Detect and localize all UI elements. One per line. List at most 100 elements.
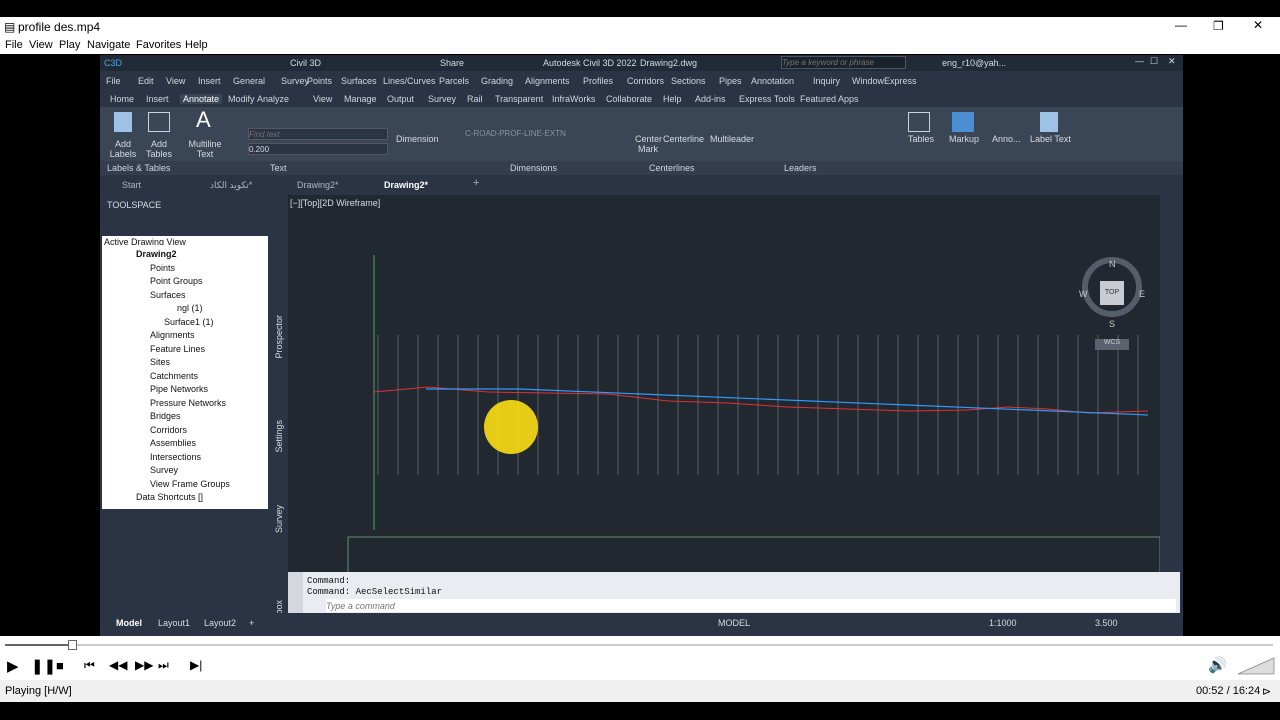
dim-style-select[interactable]: C-ROAD-PROF-LINE-EXTN [465, 129, 566, 138]
tree-item[interactable]: Surfaces [150, 290, 186, 300]
ribbon-tab[interactable]: Rail [467, 94, 483, 104]
volume-icon[interactable]: 🔊 [1208, 656, 1227, 674]
tree-item[interactable]: Surface1 (1) [164, 317, 214, 327]
add-tables-button[interactable]: Add Tables [144, 139, 174, 159]
ribbon-tab[interactable]: InfraWorks [552, 94, 595, 104]
acad-menu-item[interactable]: Pipes [719, 76, 742, 86]
centerline-button[interactable]: Centerline [663, 134, 704, 144]
acad-menu-item[interactable]: View [166, 76, 185, 86]
acad-menu-item[interactable]: File [106, 76, 121, 86]
tree-item[interactable]: Pressure Networks [150, 398, 226, 408]
menu-file[interactable]: File [5, 39, 23, 51]
tree-item[interactable]: Point Groups [150, 276, 203, 286]
close-icon[interactable]: ✕ [1168, 56, 1176, 67]
text-height-input[interactable] [248, 143, 388, 155]
layout-tab-2[interactable]: Layout2 [204, 618, 236, 628]
acad-menu-item[interactable]: Inquiry [813, 76, 840, 86]
acad-menu-item[interactable]: Survey [281, 76, 309, 86]
survey-tab[interactable]: Survey [274, 505, 284, 533]
seek-thumb[interactable] [68, 640, 78, 650]
model-space-button[interactable]: MODEL [718, 618, 750, 628]
prospector-tab[interactable]: Prospector [274, 315, 284, 359]
add-layout-icon[interactable]: + [249, 618, 254, 628]
close-icon[interactable]: ✕ [1253, 18, 1263, 32]
next-icon[interactable]: ⏭ [158, 658, 169, 673]
dimension-button[interactable]: Dimension [396, 134, 439, 144]
previous-icon[interactable]: ⏮ [84, 658, 95, 673]
tree-item[interactable]: Points [150, 263, 175, 273]
ribbon-tab[interactable]: Featured Apps [800, 94, 859, 104]
multileader-button[interactable]: Multileader [710, 134, 754, 144]
tree-item[interactable]: Sites [150, 357, 170, 367]
settings-tab[interactable]: Settings [274, 420, 284, 453]
acad-menu-item[interactable]: Alignments [525, 76, 570, 86]
add-labels-button[interactable]: Add Labels [108, 139, 138, 159]
group-dimensions[interactable]: Dimensions [510, 163, 557, 173]
ribbon-tab[interactable]: View [313, 94, 332, 104]
tree-item[interactable]: Intersections [150, 452, 201, 462]
markup-button[interactable]: Markup [949, 134, 979, 144]
tree-item[interactable]: Bridges [150, 411, 181, 421]
tree-item[interactable]: View Frame Groups [150, 479, 230, 489]
acad-menu-item[interactable]: Express [884, 76, 917, 86]
annotation-scale[interactable]: 1:1000 [989, 618, 1017, 628]
acad-menu-item[interactable]: General [233, 76, 265, 86]
tables-button[interactable]: Tables [908, 134, 934, 144]
seek-bar[interactable] [0, 636, 1280, 654]
group-leaders[interactable]: Leaders [784, 163, 817, 173]
menu-help[interactable]: Help [185, 39, 208, 51]
acad-menu-item[interactable]: Annotation [751, 76, 794, 86]
ribbon-tab[interactable]: Add-ins [695, 94, 726, 104]
acad-menu-item[interactable]: Sections [671, 76, 706, 86]
search-input[interactable] [781, 56, 906, 69]
stop-icon[interactable]: ■ [56, 658, 64, 673]
menu-favorites[interactable]: Favorites [136, 39, 181, 51]
play-icon[interactable]: ▶ [7, 657, 19, 675]
ribbon-tab[interactable]: Insert [146, 94, 169, 104]
ribbon-tab[interactable]: Home [110, 94, 134, 104]
tree-item[interactable]: Drawing2 [136, 249, 177, 259]
acad-menu-item[interactable]: Profiles [583, 76, 613, 86]
tree-item[interactable]: Corridors [150, 425, 187, 435]
share-button[interactable]: Share [440, 58, 464, 68]
rewind-icon[interactable]: ◀◀ [109, 658, 127, 672]
layout-tab-model[interactable]: Model [116, 618, 142, 628]
ribbon-tab[interactable]: Express Tools [739, 94, 795, 104]
pause-icon[interactable]: ❚❚ [31, 657, 56, 675]
maximize-icon[interactable]: ☐ [1150, 56, 1158, 67]
layout-tab-1[interactable]: Layout1 [158, 618, 190, 628]
volume-slider[interactable] [1238, 657, 1276, 675]
minimize-icon[interactable]: — [1175, 18, 1187, 32]
acad-menu-item[interactable]: Lines/Curves [383, 76, 436, 86]
acad-menu-item[interactable]: Insert [198, 76, 221, 86]
ribbon-tab[interactable]: Transparent [495, 94, 543, 104]
acad-menu-item[interactable]: Parcels [439, 76, 469, 86]
anno-button[interactable]: Anno... [992, 134, 1021, 144]
minimize-icon[interactable]: — [1135, 56, 1144, 66]
tab-arabic-drawing[interactable]: تكويد الكاد* [210, 180, 252, 191]
ribbon-tab[interactable]: Output [387, 94, 414, 104]
multiline-text-button[interactable]: Multiline Text [188, 139, 222, 159]
acad-menu-item[interactable]: Grading [481, 76, 513, 86]
label-text-button[interactable]: Label Text [1030, 134, 1071, 144]
drawing-canvas[interactable]: [−][Top][2D Wireframe] N S E W TOP WCS [288, 195, 1160, 626]
group-labels-tables[interactable]: Labels & Tables [107, 163, 170, 173]
ribbon-tab[interactable]: Manage [344, 94, 377, 104]
viewcube-top[interactable]: TOP [1100, 281, 1124, 305]
center-mark-button[interactable]: Center Mark [635, 134, 662, 154]
tab-start[interactable]: Start [122, 180, 141, 190]
acad-menu-item[interactable]: Edit [138, 76, 154, 86]
tree-item[interactable]: Catchments [150, 371, 198, 381]
menu-navigate[interactable]: Navigate [87, 39, 130, 51]
lineweight-value[interactable]: 3.500 [1095, 618, 1118, 628]
acad-menu-item[interactable]: Window [852, 76, 884, 86]
tree-item[interactable]: Assemblies [150, 438, 196, 448]
ribbon-tab[interactable]: Annotate [180, 94, 223, 104]
menu-view[interactable]: View [29, 39, 53, 51]
tree-item[interactable]: Survey [150, 465, 178, 475]
tree-item[interactable]: Alignments [150, 330, 195, 340]
tree-item[interactable]: ngl (1) [177, 303, 203, 313]
restore-icon[interactable]: ❐ [1213, 19, 1224, 33]
workspace-select[interactable]: Civil 3D [290, 58, 321, 68]
acad-menu-item[interactable]: Surfaces [341, 76, 377, 86]
